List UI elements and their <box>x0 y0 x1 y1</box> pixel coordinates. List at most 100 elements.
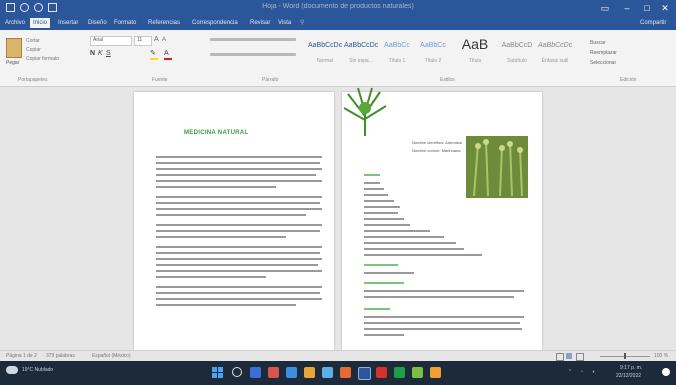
text-line <box>156 214 306 216</box>
zoom-level[interactable]: 100 % <box>654 353 668 359</box>
paste-icon[interactable] <box>6 38 22 58</box>
print-layout-icon[interactable] <box>566 353 572 359</box>
document-page-2[interactable]: Nombre científico: Artemisia Nombre comú… <box>342 87 542 350</box>
format-painter-button[interactable]: Copiar formato <box>26 56 59 62</box>
paragraph-tools-row-2[interactable] <box>210 53 296 56</box>
cut-button[interactable]: Cortar <box>26 38 40 44</box>
text-line <box>156 264 318 266</box>
app-icon-2[interactable] <box>412 367 423 378</box>
tab-revisar[interactable]: Revisar <box>250 18 270 28</box>
weather-text[interactable]: 19°C Nublado <box>22 367 53 373</box>
text-line <box>364 230 430 232</box>
clipboard-group-label: Portapapeles <box>18 77 48 83</box>
search-icon[interactable] <box>232 367 242 377</box>
file-explorer-icon[interactable] <box>304 367 315 378</box>
tell-me-icon[interactable]: ⚲ <box>300 18 304 28</box>
word-icon[interactable] <box>358 367 371 380</box>
office-icon[interactable] <box>340 367 351 378</box>
clock-date[interactable]: 22/12/2022 <box>616 373 641 379</box>
font-name-box[interactable]: Arial <box>90 36 132 46</box>
style-subtitle[interactable]: AaBbCcD Subtítulo <box>500 38 534 68</box>
text-line <box>156 258 322 260</box>
volume-icon[interactable]: ◖ <box>592 369 595 375</box>
weather-icon[interactable] <box>6 366 18 374</box>
highlight-icon[interactable]: ✎ <box>150 50 158 60</box>
text-line <box>156 246 322 248</box>
clock-time[interactable]: 9:17 p. m. <box>620 365 642 371</box>
store-icon[interactable] <box>322 367 333 378</box>
text-line <box>364 248 464 250</box>
style-subtle-emphasis[interactable]: AaBbCcDc Énfasis sutil <box>538 38 572 68</box>
edge-icon[interactable] <box>286 367 297 378</box>
document-page-1[interactable]: MEDICINA NATURAL <box>134 92 334 350</box>
style-heading-1[interactable]: AaBbCc Título 1 <box>380 38 414 68</box>
tab-vista[interactable]: Vista <box>278 18 291 28</box>
text-line <box>156 162 320 164</box>
read-mode-icon[interactable] <box>556 353 564 361</box>
windows-start-icon[interactable] <box>212 367 223 378</box>
app-icon[interactable] <box>268 367 279 378</box>
share-button[interactable]: Compartir <box>640 18 666 28</box>
font-size-box[interactable]: 11 <box>134 36 152 46</box>
paragraph-tools-row-1[interactable] <box>210 38 296 41</box>
style-normal[interactable]: AaBbCcDc Normal <box>308 38 342 68</box>
font-color-icon[interactable]: A <box>164 50 172 60</box>
tab-inicio[interactable]: Inicio <box>30 18 51 28</box>
find-button[interactable]: Buscar <box>590 40 606 46</box>
web-layout-icon[interactable] <box>576 353 584 361</box>
tray-chevron-icon[interactable]: ⌃ <box>568 369 572 375</box>
replace-button[interactable]: Reemplazar <box>590 50 617 56</box>
tab-correspondencia[interactable]: Correspondencia <box>192 18 238 28</box>
chrome-icon[interactable] <box>394 367 405 378</box>
paste-label[interactable]: Pegar <box>6 60 19 66</box>
text-line <box>156 270 322 272</box>
tab-referencias[interactable]: Referencias <box>148 18 180 28</box>
font-group: Arial 11 A A N K S ✎ A <box>90 34 200 74</box>
text-line <box>364 316 524 318</box>
page-count[interactable]: Página 1 de 2 <box>6 353 37 359</box>
text-line <box>364 194 388 196</box>
text-line <box>156 180 322 182</box>
style-title[interactable]: AaB Título <box>458 36 492 68</box>
style-no-spacing[interactable]: AaBbCcDc Sin espa... <box>344 38 378 68</box>
editing-group-label: Edición <box>620 77 637 83</box>
shrink-font-icon[interactable]: A <box>162 37 166 43</box>
zoom-slider-thumb[interactable] <box>624 353 626 359</box>
clipboard-group: Pegar Cortar Copiar Copiar formato <box>4 34 74 74</box>
tab-archivo[interactable]: Archivo <box>5 18 25 28</box>
bold-icon[interactable]: N <box>90 50 95 57</box>
style-sample: AaBbCc <box>420 42 446 49</box>
style-name: Subtítulo <box>507 58 527 64</box>
network-icon[interactable]: ◔ <box>580 369 583 375</box>
text-line <box>156 186 276 188</box>
word-count[interactable]: 379 palabras <box>46 353 75 359</box>
tab-diseno[interactable]: Diseño <box>88 18 107 28</box>
style-heading-2[interactable]: AaBbCc Título 2 <box>416 38 450 68</box>
tab-formato[interactable]: Formato <box>114 18 136 28</box>
minimize-button[interactable]: – <box>618 2 636 14</box>
text-line <box>364 218 404 220</box>
italic-icon[interactable]: K <box>98 50 103 57</box>
powerpoint-icon[interactable] <box>376 367 387 378</box>
styles-group-label: Estilos <box>440 77 455 83</box>
text-line <box>156 292 320 294</box>
select-button[interactable]: Seleccionar <box>590 60 616 66</box>
style-sample: AaB <box>461 36 489 52</box>
section-heading-line <box>364 264 398 266</box>
text-line <box>364 296 514 298</box>
text-line <box>364 200 394 202</box>
ribbon-display-icon[interactable]: ▭ <box>596 2 614 14</box>
task-view-icon[interactable] <box>250 367 261 378</box>
copy-button[interactable]: Copiar <box>26 47 41 53</box>
app-icon-3[interactable] <box>430 367 441 378</box>
style-sample: AaBbCcDc <box>344 42 379 49</box>
close-button[interactable]: ✕ <box>656 2 674 14</box>
grow-font-icon[interactable]: A <box>154 36 159 43</box>
notification-icon[interactable] <box>662 368 670 376</box>
language-indicator[interactable]: Español (México) <box>92 353 131 359</box>
style-name: Normal <box>316 58 334 64</box>
underline-icon[interactable]: S <box>106 50 111 57</box>
text-line <box>364 272 414 274</box>
maximize-button[interactable]: □ <box>638 2 656 14</box>
tab-insertar[interactable]: Insertar <box>58 18 78 28</box>
